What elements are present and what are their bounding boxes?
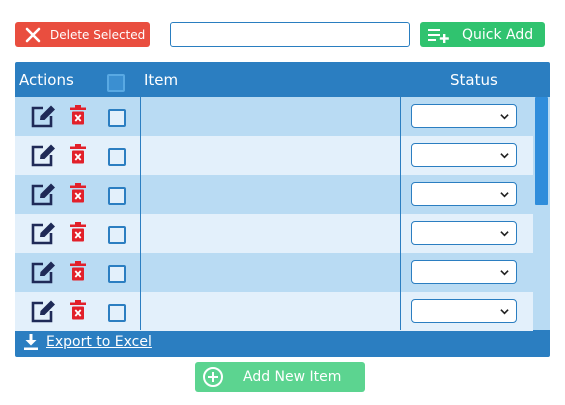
add-new-item-label: Add New Item (243, 369, 342, 385)
trash-icon[interactable] (69, 105, 87, 125)
chevron-down-icon (500, 153, 509, 159)
status-select[interactable] (411, 104, 517, 128)
grid-header: Actions Item Status (15, 62, 550, 97)
quick-add-label: Quick Add (462, 26, 534, 43)
header-item[interactable]: Item (144, 71, 178, 89)
chevron-down-icon (500, 309, 509, 315)
header-actions: Actions (19, 71, 74, 89)
row-checkbox[interactable] (108, 187, 126, 205)
column-divider (140, 97, 141, 330)
delete-selected-button[interactable]: Delete Selected (15, 22, 150, 47)
header-status[interactable]: Status (450, 71, 498, 89)
add-new-item-button[interactable]: Add New Item (195, 362, 365, 392)
chevron-down-icon (500, 270, 509, 276)
row-checkbox[interactable] (108, 109, 126, 127)
quick-add-input[interactable] (170, 22, 410, 47)
export-label: Export to Excel (46, 334, 152, 350)
edit-icon[interactable] (30, 182, 58, 206)
row-checkbox[interactable] (108, 226, 126, 244)
chevron-down-icon (500, 114, 509, 120)
quick-add-button[interactable]: Quick Add (420, 22, 545, 47)
export-to-excel-link[interactable]: Export to Excel (24, 334, 152, 350)
download-icon (24, 334, 38, 350)
column-divider (400, 97, 401, 330)
chevron-down-icon (500, 231, 509, 237)
trash-icon[interactable] (69, 222, 87, 242)
table-row (15, 292, 533, 331)
status-select[interactable] (411, 182, 517, 206)
row-checkbox[interactable] (108, 265, 126, 283)
status-select[interactable] (411, 299, 517, 323)
edit-icon[interactable] (30, 260, 58, 284)
select-all-checkbox[interactable] (107, 74, 125, 92)
table-row (15, 253, 533, 292)
status-select[interactable] (411, 221, 517, 245)
delete-selected-label: Delete Selected (50, 27, 146, 42)
grid-body (15, 97, 533, 331)
vertical-scrollbar[interactable] (533, 97, 550, 330)
playlist-add-icon (428, 27, 450, 43)
close-icon (24, 26, 42, 44)
edit-icon[interactable] (30, 221, 58, 245)
trash-icon[interactable] (69, 300, 87, 320)
table-row (15, 97, 533, 136)
edit-icon[interactable] (30, 299, 58, 323)
table-row (15, 136, 533, 175)
status-select[interactable] (411, 143, 517, 167)
edit-icon[interactable] (30, 143, 58, 167)
trash-icon[interactable] (69, 144, 87, 164)
grid-footer: Export to Excel (15, 330, 550, 357)
trash-icon[interactable] (69, 261, 87, 281)
row-checkbox[interactable] (108, 148, 126, 166)
chevron-down-icon (500, 192, 509, 198)
plus-circle-icon (202, 366, 224, 388)
trash-icon[interactable] (69, 183, 87, 203)
row-checkbox[interactable] (108, 304, 126, 322)
status-select[interactable] (411, 260, 517, 284)
scrollbar-thumb[interactable] (535, 97, 548, 205)
items-grid: Actions Item Status Export to Excel (15, 62, 550, 357)
table-row (15, 214, 533, 253)
table-row (15, 175, 533, 214)
edit-icon[interactable] (30, 104, 58, 128)
